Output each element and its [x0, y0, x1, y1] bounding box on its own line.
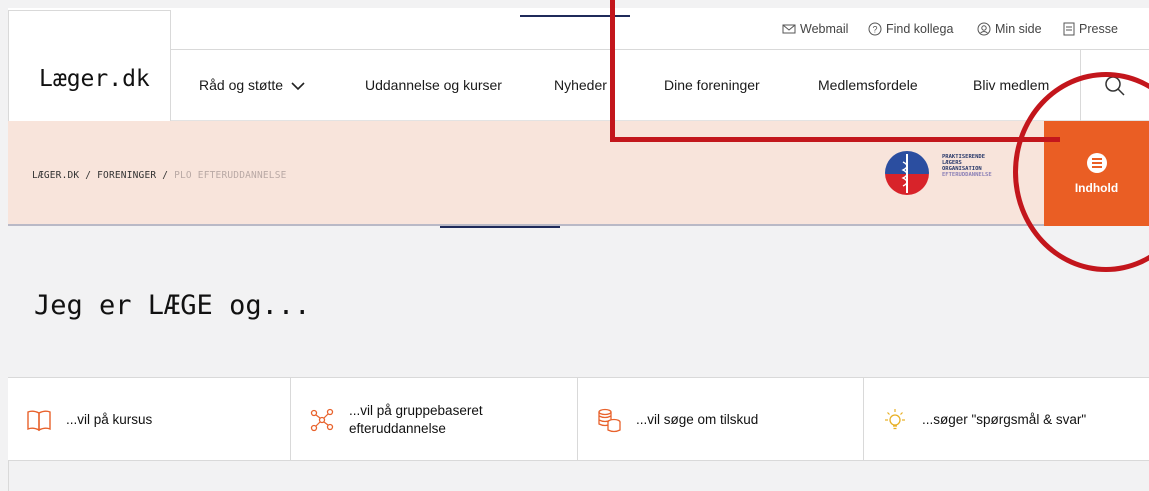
- nav-item-label: Nyheder: [554, 77, 607, 93]
- network-icon: [310, 408, 334, 432]
- nav-item-label: Råd og støtte: [199, 77, 284, 93]
- card-spoergsmaal[interactable]: ...søger "spørgsmål & svar": [864, 378, 1149, 462]
- book-icon: [27, 410, 51, 432]
- page-title: Jeg er LÆGE og...: [34, 290, 311, 321]
- page: Læger.dk Webmail ? Find kollega Min side…: [0, 0, 1149, 491]
- utility-link-label: Presse: [1079, 22, 1118, 36]
- nav-item-nyheder[interactable]: Nyheder: [554, 77, 607, 93]
- nav-item-raad-og-stoette[interactable]: Råd og støtte: [199, 77, 305, 93]
- document-icon: [1063, 22, 1075, 36]
- card-label: ...vil søge om tilskud: [636, 412, 759, 427]
- breadcrumb-separator: /: [162, 170, 169, 181]
- breadcrumb-item-laeger[interactable]: LÆGER.DK: [32, 170, 79, 181]
- site-logo[interactable]: Læger.dk: [39, 66, 150, 92]
- chevron-down-icon: [291, 82, 305, 90]
- org-logo-line: EFTERUDDANNELSE: [942, 172, 992, 178]
- hero-accent-line: [440, 226, 560, 228]
- breadcrumb-item-current: PLO EFTERUDDANNELSE: [174, 170, 287, 181]
- card-label: ...vil på gruppebaseret efteruddannelse: [349, 403, 483, 436]
- lightbulb-icon: [885, 409, 905, 430]
- logo-container[interactable]: Læger.dk: [8, 10, 171, 121]
- annotation-rectangle: [610, 0, 1060, 142]
- nav-item-label: Uddannelse og kurser: [365, 77, 502, 93]
- card-label: ...søger "spørgsmål & svar": [922, 412, 1087, 427]
- card-gruppebaseret[interactable]: ...vil på gruppebaseret efteruddannelse: [291, 378, 578, 462]
- action-cards: ...vil på kursus ...vil på gruppebaseret…: [8, 377, 1149, 462]
- card-tilskud[interactable]: ...vil søge om tilskud: [578, 378, 864, 462]
- breadcrumb-item-foreninger[interactable]: FORENINGER: [97, 170, 156, 181]
- coins-icon: [598, 408, 621, 433]
- breadcrumb-separator: /: [85, 170, 92, 181]
- card-kursus[interactable]: ...vil på kursus: [8, 378, 291, 462]
- nav-item-uddannelse-og-kurser[interactable]: Uddannelse og kurser: [365, 77, 502, 93]
- plo-logo-text: PRAKTISERENDE LÆGERS ORGANISATION EFTERU…: [942, 154, 992, 178]
- breadcrumb: LÆGER.DK / FORENINGER / PLO EFTERUDDANNE…: [32, 170, 287, 181]
- bottom-strip: [8, 461, 1149, 491]
- card-label: ...vil på kursus: [66, 412, 153, 427]
- utility-link-presse[interactable]: Presse: [1063, 22, 1118, 36]
